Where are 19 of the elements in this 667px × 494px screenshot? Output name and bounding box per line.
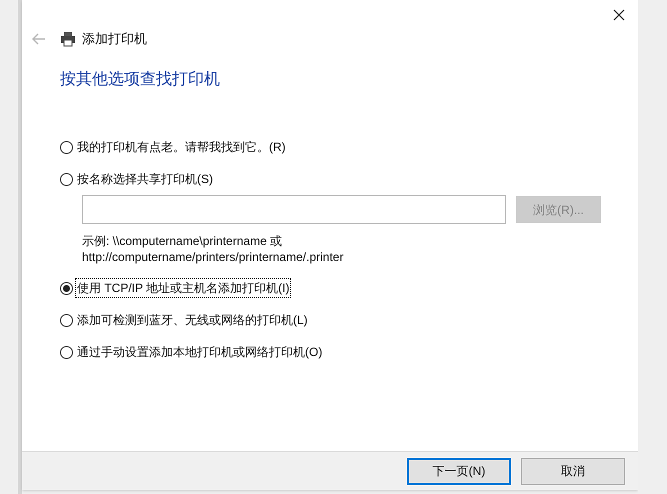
dialog-button[interactable]: 下一页(N)	[407, 458, 511, 484]
close-icon[interactable]	[612, 8, 626, 22]
example-text: http://computername/printers/printername/.printer	[82, 249, 344, 265]
radio-button[interactable]	[60, 282, 73, 294]
printer-name-field[interactable]	[82, 195, 506, 224]
option-label[interactable]: 我的打印机有点老。请帮我找到它。(R)	[76, 138, 287, 156]
radio-button[interactable]	[60, 314, 73, 326]
window-title: 添加打印机	[82, 30, 147, 48]
radio-button[interactable]	[60, 172, 73, 186]
option-label[interactable]: 添加可检测到蓝牙、无线或网络的打印机(L)	[76, 311, 309, 329]
example-text: 示例: \\computername\printername 或	[82, 233, 282, 249]
radio-button[interactable]	[60, 140, 73, 154]
dialog-button[interactable]: 取消	[521, 458, 625, 484]
option-label[interactable]: 使用 TCP/IP 地址或主机名添加打印机(I)	[76, 279, 290, 297]
page-heading: 按其他选项查找打印机	[60, 70, 220, 90]
option-label[interactable]: 按名称选择共享打印机(S)	[76, 170, 214, 188]
radio-button[interactable]	[60, 346, 73, 358]
printer-icon	[60, 31, 76, 47]
option-label[interactable]: 通过手动设置添加本地打印机或网络打印机(O)	[76, 343, 324, 361]
